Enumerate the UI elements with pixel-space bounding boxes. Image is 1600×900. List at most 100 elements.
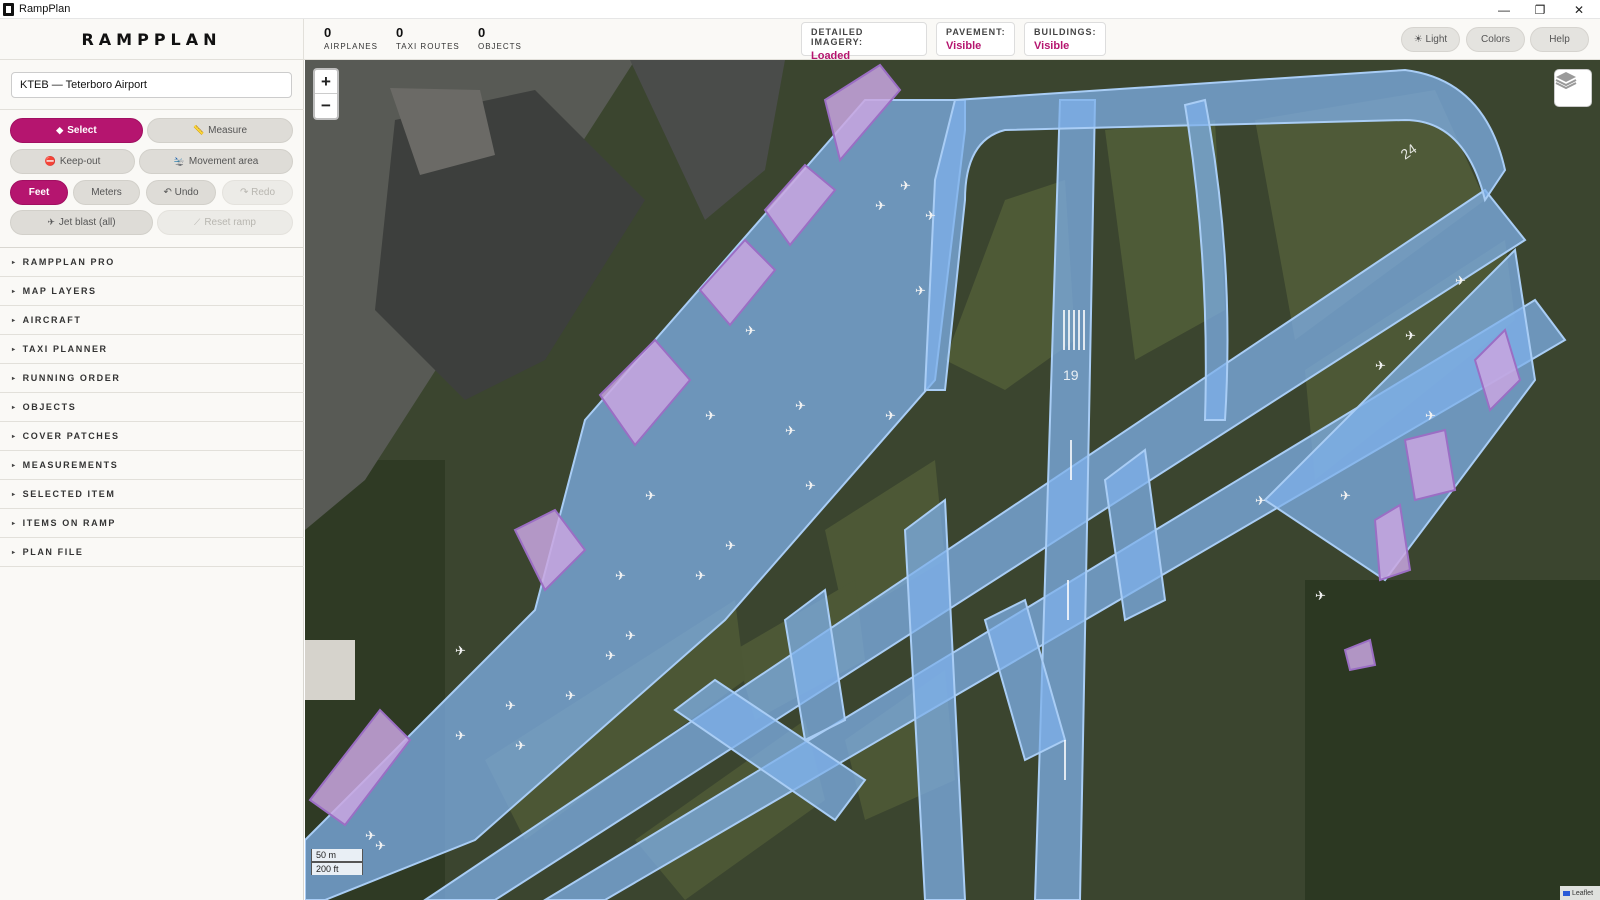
section-label: RUNNING ORDER bbox=[22, 373, 121, 383]
light-theme-button[interactable]: ☀ Light bbox=[1401, 27, 1460, 52]
section-rampplan-pro[interactable]: ▸ RAMPPLAN PRO bbox=[0, 248, 304, 277]
svg-text:✈: ✈ bbox=[645, 489, 656, 504]
map-attribution[interactable]: Leaflet bbox=[1560, 886, 1600, 900]
imagery-status: DETAILED IMAGERY: Loaded bbox=[801, 22, 927, 62]
svg-text:✈: ✈ bbox=[875, 199, 886, 214]
jet-blast-button[interactable]: ✈ Jet blast (all) bbox=[10, 210, 153, 235]
section-label: COVER PATCHES bbox=[22, 431, 120, 441]
no-entry-icon: ⛔ bbox=[44, 156, 56, 166]
airplanes-label: AIRPLANES bbox=[324, 42, 378, 51]
svg-text:✈: ✈ bbox=[900, 179, 911, 194]
svg-text:✈: ✈ bbox=[455, 729, 466, 744]
svg-text:✈: ✈ bbox=[705, 409, 716, 424]
reset-ramp-button[interactable]: ⟋ Reset ramp bbox=[157, 210, 293, 235]
section-label: AIRCRAFT bbox=[22, 315, 82, 325]
caret-right-icon: ▸ bbox=[12, 317, 17, 324]
movement-area-icon: 🛬 bbox=[173, 156, 185, 166]
measure-label: Measure bbox=[208, 125, 248, 136]
movement-area-tool-button[interactable]: 🛬 Movement area bbox=[139, 149, 293, 174]
svg-text:✈: ✈ bbox=[505, 699, 516, 714]
section-cover-patches[interactable]: ▸ COVER PATCHES bbox=[0, 422, 304, 451]
map-scale: 50 m 200 ft bbox=[311, 849, 363, 875]
svg-text:✈: ✈ bbox=[925, 209, 936, 224]
section-map-layers[interactable]: ▸ MAP LAYERS bbox=[0, 277, 304, 306]
feet-unit-button[interactable]: Feet bbox=[10, 180, 68, 205]
keep-out-label: Keep-out bbox=[59, 156, 101, 167]
taxi-routes-label: TAXI ROUTES bbox=[396, 42, 460, 51]
pavement-status: PAVEMENT: Visible bbox=[936, 22, 1015, 56]
scale-feet: 200 ft bbox=[311, 862, 363, 875]
movement-area-label: Movement area bbox=[188, 156, 259, 167]
caret-right-icon: ▸ bbox=[12, 462, 17, 469]
caret-right-icon: ▸ bbox=[12, 491, 17, 498]
zoom-out-button[interactable]: − bbox=[315, 94, 337, 118]
close-button[interactable]: ✕ bbox=[1561, 0, 1597, 19]
section-label: RAMPPLAN PRO bbox=[22, 257, 115, 267]
map-canvas[interactable]: 19 24 ✈ ✈ ✈ ✈ ✈ ✈ ✈ ✈ ✈ ✈ ✈ ✈ ✈ ✈ ✈ ✈ ✈ ✈ ✈ ✈ ✈ ✈ ✈ ✈ ✈ ✈… bbox=[305, 60, 1600, 900]
svg-text:✈: ✈ bbox=[1315, 589, 1326, 604]
select-icon: ◆ bbox=[56, 125, 64, 135]
undo-button[interactable]: ↶ Undo bbox=[146, 180, 216, 205]
section-label: ITEMS ON RAMP bbox=[22, 518, 116, 528]
caret-right-icon: ▸ bbox=[12, 520, 17, 527]
redo-button[interactable]: ↷ Redo bbox=[222, 180, 293, 205]
select-label: Select bbox=[67, 125, 97, 136]
svg-text:✈: ✈ bbox=[1375, 359, 1386, 374]
maximize-button[interactable]: ❐ bbox=[1522, 0, 1558, 19]
meters-unit-button[interactable]: Meters bbox=[73, 180, 140, 205]
svg-text:✈: ✈ bbox=[1340, 489, 1351, 504]
svg-text:✈: ✈ bbox=[885, 409, 896, 424]
section-running-order[interactable]: ▸ RUNNING ORDER bbox=[0, 364, 304, 393]
section-measurements[interactable]: ▸ MEASUREMENTS bbox=[0, 451, 304, 480]
layers-control-button[interactable] bbox=[1554, 69, 1592, 107]
caret-right-icon: ▸ bbox=[12, 288, 17, 295]
svg-text:✈: ✈ bbox=[455, 644, 466, 659]
broom-icon: ⟋ bbox=[194, 217, 201, 227]
runway-number: 19 bbox=[1063, 367, 1079, 383]
caret-right-icon: ▸ bbox=[12, 549, 17, 556]
airplanes-count: 0 bbox=[324, 25, 332, 40]
section-objects[interactable]: ▸ OBJECTS bbox=[0, 393, 304, 422]
jet-blast-icon: ✈ bbox=[47, 217, 55, 227]
airplanes-stat: 0 AIRPLANES bbox=[324, 26, 378, 51]
taxi-routes-stat: 0 TAXI ROUTES bbox=[396, 26, 460, 51]
section-label: SELECTED ITEM bbox=[22, 489, 116, 499]
svg-text:✈: ✈ bbox=[745, 324, 756, 339]
svg-text:✈: ✈ bbox=[915, 284, 926, 299]
hangar bbox=[1403, 428, 1457, 502]
imagery-status-label: DETAILED IMAGERY: bbox=[811, 27, 864, 47]
svg-text:✈: ✈ bbox=[1425, 409, 1436, 424]
select-tool-button[interactable]: ◆ Select bbox=[10, 118, 143, 143]
sidebar: ◆ Select 📏 Measure ⛔ Keep-out 🛬 Movement… bbox=[0, 60, 304, 900]
colors-button[interactable]: Colors bbox=[1466, 27, 1525, 52]
caret-right-icon: ▸ bbox=[12, 404, 17, 411]
help-button[interactable]: Help bbox=[1530, 27, 1589, 52]
section-label: OBJECTS bbox=[22, 402, 77, 412]
zoom-in-button[interactable]: + bbox=[315, 70, 337, 94]
airport-search-input[interactable] bbox=[11, 72, 292, 98]
building bbox=[305, 640, 355, 700]
buildings-status: BUILDINGS: Visible bbox=[1024, 22, 1106, 56]
measure-tool-button[interactable]: 📏 Measure bbox=[147, 118, 293, 143]
section-items-on-ramp[interactable]: ▸ ITEMS ON RAMP bbox=[0, 509, 304, 538]
taxi-routes-count: 0 bbox=[396, 25, 404, 40]
section-aircraft[interactable]: ▸ AIRCRAFT bbox=[0, 306, 304, 335]
minimize-button[interactable]: — bbox=[1486, 0, 1522, 19]
caret-right-icon: ▸ bbox=[12, 433, 17, 440]
svg-text:✈: ✈ bbox=[625, 629, 636, 644]
divider bbox=[0, 109, 304, 110]
aerial-imagery: 19 24 ✈✈✈ ✈✈✈ ✈✈✈ ✈✈✈ ✈✈✈ ✈✈✈ ✈✈✈ ✈✈✈ ✈✈… bbox=[305, 60, 1600, 900]
buildings-status-label: BUILDINGS: bbox=[1034, 27, 1097, 37]
section-plan-file[interactable]: ▸ PLAN FILE bbox=[0, 538, 304, 567]
svg-text:✈: ✈ bbox=[1255, 494, 1266, 509]
section-label: MAP LAYERS bbox=[22, 286, 97, 296]
section-taxi-planner[interactable]: ▸ TAXI PLANNER bbox=[0, 335, 304, 364]
pavement-status-value: Visible bbox=[946, 40, 982, 52]
section-label: TAXI PLANNER bbox=[22, 344, 108, 354]
svg-text:✈: ✈ bbox=[615, 569, 626, 584]
keep-out-tool-button[interactable]: ⛔ Keep-out bbox=[10, 149, 135, 174]
window-title: RampPlan bbox=[19, 3, 71, 15]
svg-text:✈: ✈ bbox=[805, 479, 816, 494]
scale-meters: 50 m bbox=[311, 849, 363, 862]
section-selected-item[interactable]: ▸ SELECTED ITEM bbox=[0, 480, 304, 509]
